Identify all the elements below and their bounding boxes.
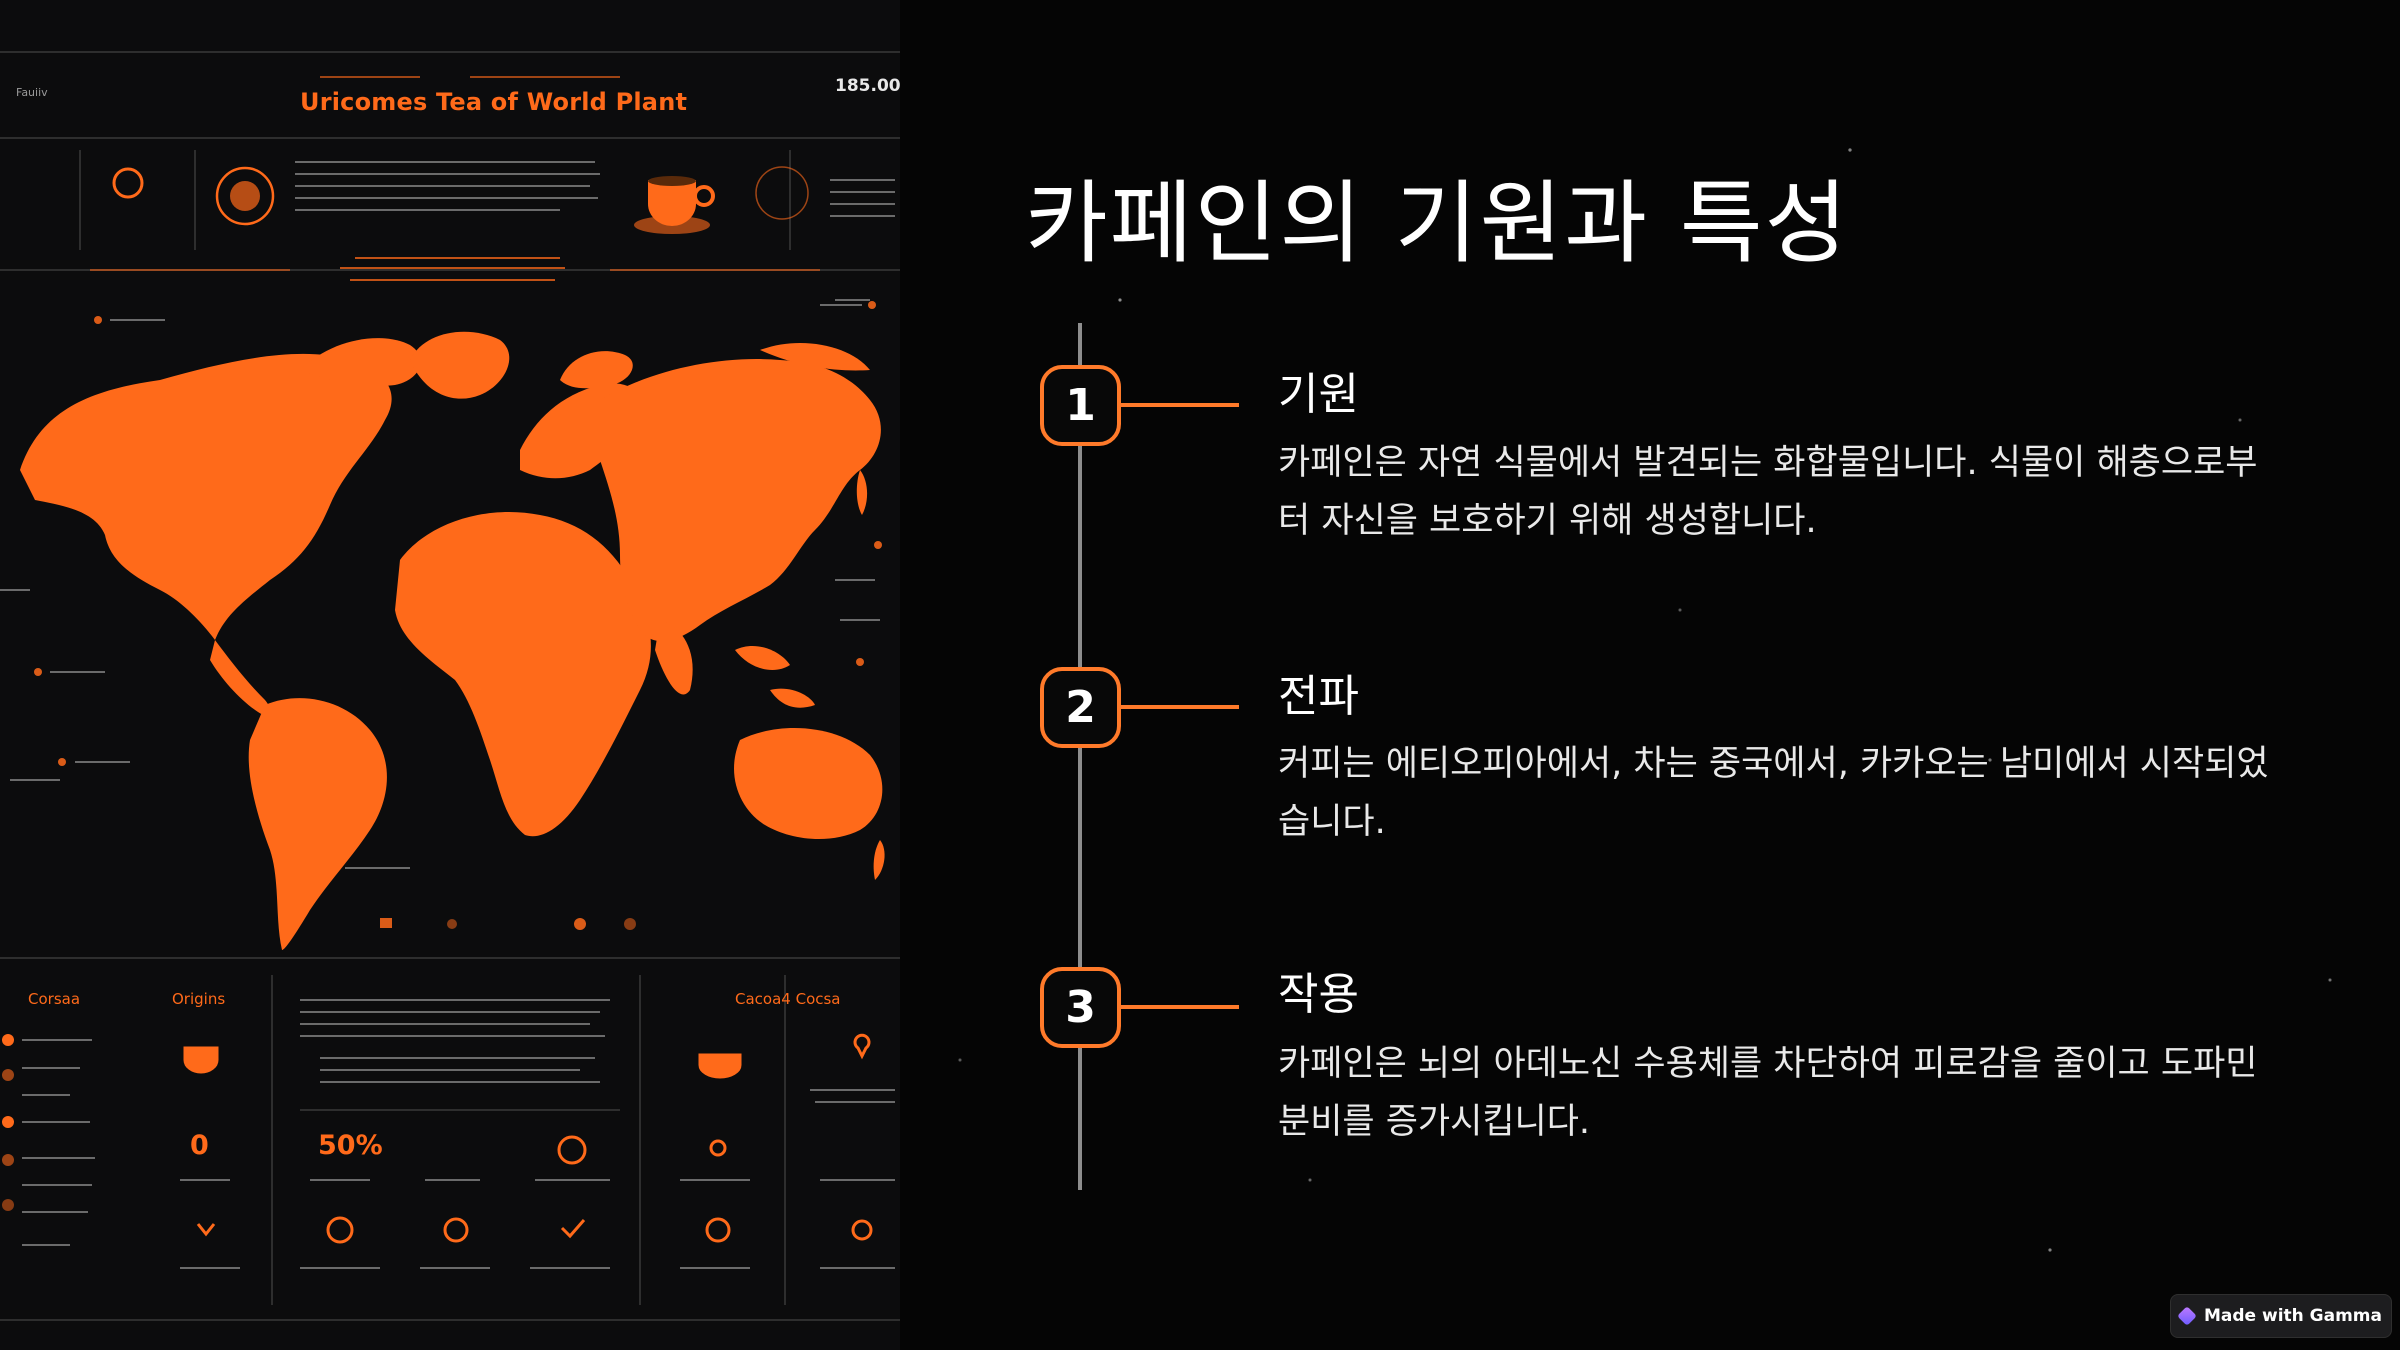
step-1-description: 카페인은 자연 식물에서 발견되는 화합물입니다. 식물이 해충으로부터 자신을… xyxy=(1278,443,2258,541)
infographic-graphics xyxy=(0,51,900,1321)
infographic-stat-1: 0 xyxy=(190,1130,209,1161)
step-3-description: 카페인은 뇌의 아데노신 수용체를 차단하여 피로감을 줄이고 도파민 분비를 … xyxy=(1278,1044,2258,1142)
slide: Uricomes Tea of World Plant 185.00.0 Fau… xyxy=(0,0,2400,1350)
step-2-number-badge: 2 xyxy=(1040,667,1121,748)
step-3-connector xyxy=(1121,1005,1239,1009)
step-3-title: 작용 xyxy=(1278,969,1359,1020)
infographic-stat-2: 50% xyxy=(318,1130,383,1161)
gamma-logo-icon xyxy=(2177,1306,2197,1326)
step-2-connector xyxy=(1121,705,1239,709)
world-map xyxy=(20,331,885,950)
step-2-description: 커피는 에티오피아에서, 차는 중국에서, 카카오는 남미에서 시작되었습니다. xyxy=(1278,744,2269,842)
timeline-line xyxy=(1078,323,1082,1190)
infographic-bottom-label-1: Corsaa xyxy=(28,990,81,1008)
step-2-title: 전파 xyxy=(1278,671,1359,722)
step-1-connector xyxy=(1121,403,1239,407)
step-1-title: 기원 xyxy=(1278,369,1359,420)
infographic-image: Uricomes Tea of World Plant 185.00.0 Fau… xyxy=(0,0,900,1350)
infographic-bottom-label-2: Origins xyxy=(172,990,226,1008)
made-with-gamma-badge[interactable]: Made with Gamma xyxy=(2170,1294,2392,1338)
infographic-bottom-label-3: Cacoa4 Cocsa xyxy=(735,990,841,1008)
slide-title: 카페인의 기원과 특성 xyxy=(1025,171,1850,276)
step-1-number-badge: 1 xyxy=(1040,365,1121,446)
step-3-number-badge: 3 xyxy=(1040,967,1121,1048)
infographic-top-label: Fauiiv xyxy=(16,86,48,99)
infographic-title: Uricomes Tea of World Plant xyxy=(300,88,688,116)
infographic-top-value: 185.00.0 xyxy=(835,76,900,96)
badge-label: Made with Gamma xyxy=(2203,1306,2382,1326)
